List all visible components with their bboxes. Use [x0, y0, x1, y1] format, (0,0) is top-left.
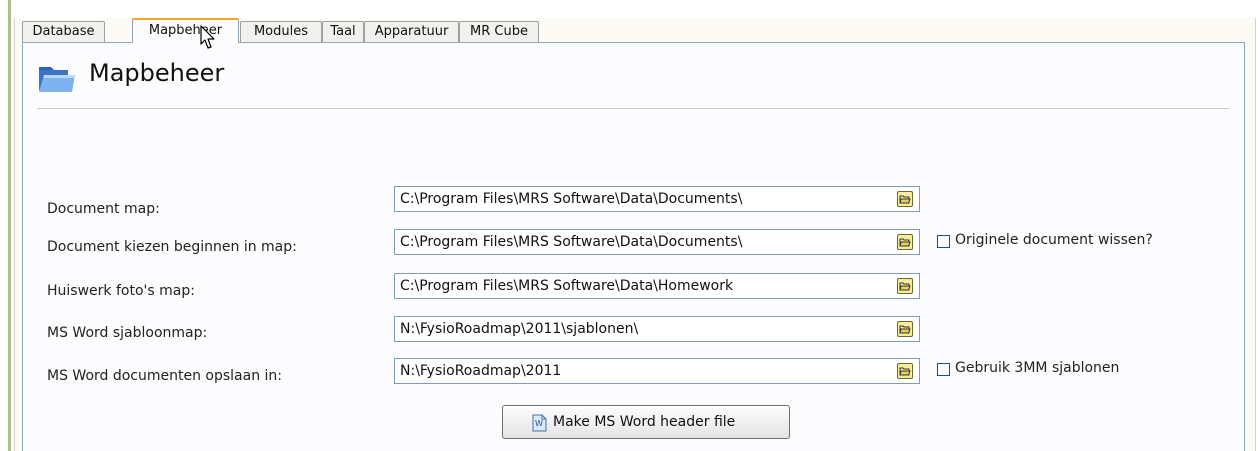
word-save-map-input[interactable]: N:\FysioRoadmap\2011	[394, 358, 920, 384]
tab-modules[interactable]: Modules	[240, 21, 322, 42]
document-map-browse-button[interactable]	[897, 191, 913, 207]
tab-database[interactable]: Database	[22, 21, 105, 42]
word-template-map-input[interactable]: N:\FysioRoadmap\2011\sjablonen\	[394, 316, 920, 342]
open-folder-icon	[899, 325, 911, 334]
mapbeheer-panel: Mapbeheer Document map: C:\Program Files…	[22, 42, 1245, 451]
document-start-map-input[interactable]: C:\Program Files\MRS Software\Data\Docum…	[394, 229, 920, 255]
open-folder-icon	[899, 195, 911, 204]
make-word-header-button[interactable]: W Make MS Word header file	[502, 405, 790, 439]
document-start-map-browse-button[interactable]	[897, 234, 913, 250]
svg-text:W: W	[535, 419, 543, 428]
document-map-label: Document map:	[47, 201, 160, 217]
header-divider	[37, 108, 1229, 109]
folder-icon	[39, 67, 75, 92]
word-save-map-browse-button[interactable]	[897, 363, 913, 379]
delete-original-checkbox[interactable]	[937, 235, 950, 248]
document-map-value: C:\Program Files\MRS Software\Data\Docum…	[400, 191, 743, 207]
open-folder-icon	[899, 367, 911, 376]
tab-mapbeheer[interactable]: Mapbeheer	[132, 18, 239, 43]
mouse-cursor-icon	[200, 25, 215, 49]
document-start-map-value: C:\Program Files\MRS Software\Data\Docum…	[400, 234, 743, 250]
delete-original-label: Originele document wissen?	[955, 232, 1153, 248]
word-template-map-browse-button[interactable]	[897, 321, 913, 337]
window-left-edge	[8, 0, 11, 451]
word-save-map-value: N:\FysioRoadmap\2011	[400, 363, 562, 379]
open-folder-icon	[899, 238, 911, 247]
word-template-map-value: N:\FysioRoadmap\2011\sjablonen\	[400, 321, 639, 337]
word-template-map-label: MS Word sjabloonmap:	[47, 325, 208, 341]
make-word-header-label: Make MS Word header file	[553, 414, 736, 430]
document-start-map-label: Document kiezen beginnen in map:	[47, 239, 297, 255]
tab-apparatuur[interactable]: Apparatuur	[364, 21, 459, 42]
tab-taal[interactable]: Taal	[322, 21, 364, 42]
open-folder-icon	[899, 282, 911, 291]
use-3mm-templates-checkbox[interactable]	[937, 363, 950, 376]
page-title: Mapbeheer	[89, 59, 225, 87]
tab-mr-cube[interactable]: MR Cube	[459, 21, 539, 42]
homework-photo-map-label: Huiswerk foto's map:	[47, 283, 195, 299]
word-save-map-label: MS Word documenten opslaan in:	[47, 368, 283, 384]
homework-photo-map-browse-button[interactable]	[897, 278, 913, 294]
word-document-icon: W	[532, 414, 547, 432]
use-3mm-templates-label: Gebruik 3MM sjablonen	[955, 360, 1120, 376]
homework-photo-map-input[interactable]: C:\Program Files\MRS Software\Data\Homew…	[394, 273, 920, 299]
homework-photo-map-value: C:\Program Files\MRS Software\Data\Homew…	[400, 278, 734, 294]
document-map-input[interactable]: C:\Program Files\MRS Software\Data\Docum…	[394, 186, 920, 212]
